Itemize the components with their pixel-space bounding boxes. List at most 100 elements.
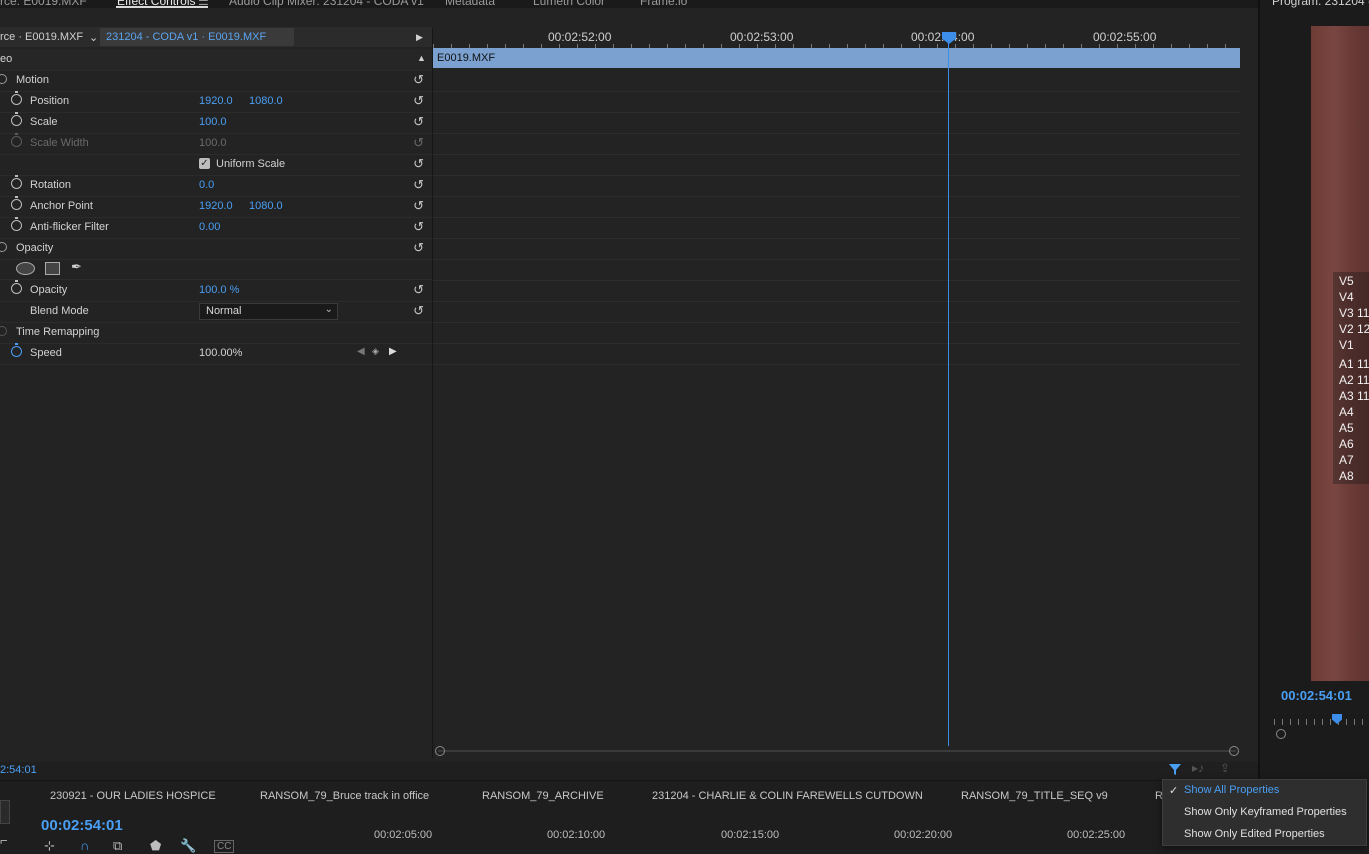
stopwatch-icon[interactable] — [11, 91, 22, 105]
playhead-line[interactable] — [948, 36, 949, 746]
scroll-handle-right[interactable] — [1229, 746, 1239, 756]
ruler-tick-label: 00:02:52:00 — [548, 30, 612, 44]
program-time-ruler[interactable] — [1274, 719, 1369, 725]
position-x-value[interactable]: 1920.0 — [199, 95, 233, 107]
effect-time-remapping[interactable]: Time Remapping — [0, 322, 432, 344]
effect-motion[interactable]: Motion ↺ — [0, 70, 432, 92]
sequence-tab[interactable]: RANSOM_79_ARCHIVE — [482, 790, 604, 802]
reset-icon[interactable]: ↺ — [413, 72, 424, 88]
fx-toggle-icon[interactable] — [0, 242, 7, 252]
property-label: Anti-flicker Filter — [30, 221, 109, 233]
effect-name: Time Remapping — [16, 326, 100, 338]
reset-icon[interactable]: ↺ — [413, 114, 424, 130]
fx-toggle-icon[interactable] — [0, 326, 7, 336]
chevron-down-icon[interactable]: ⌄ — [89, 31, 98, 44]
program-monitor-title[interactable]: Program: 231204 - — [1272, 0, 1369, 8]
anchor-x-value[interactable]: 1920.0 — [199, 200, 233, 212]
property-label: Speed — [30, 347, 62, 359]
sequence-tab[interactable]: RANSOM_79_TITLE_SEQ v9 — [961, 790, 1108, 802]
menu-item-show-edited[interactable]: Show Only Edited Properties — [1184, 828, 1325, 840]
play-audio-icon[interactable]: ▸♪ — [1192, 761, 1204, 775]
reset-icon[interactable]: ↺ — [413, 282, 424, 298]
stopwatch-icon[interactable] — [11, 343, 22, 357]
reset-icon[interactable]: ↺ — [413, 219, 424, 235]
tab-frameio[interactable]: Frame.io — [640, 0, 687, 8]
tab-lumetri-color[interactable]: Lumetri Color — [533, 0, 605, 8]
reset-icon[interactable]: ↺ — [413, 198, 424, 214]
position-y-value[interactable]: 1080.0 — [249, 95, 283, 107]
panel-edge-icon: ⌐ — [0, 833, 8, 848]
stopwatch-icon[interactable] — [11, 280, 22, 294]
sequence-tab[interactable]: 231204 - CHARLIE & COLIN FAREWELLS CUTDO… — [652, 790, 923, 802]
panel-footer — [0, 762, 1258, 780]
program-timecode[interactable]: 00:02:54:01 — [1281, 688, 1352, 703]
checkbox-label: Uniform Scale — [216, 158, 286, 170]
stopwatch-icon[interactable] — [11, 217, 22, 231]
snap-magnet-icon[interactable]: ∩ — [80, 838, 89, 853]
property-label: Rotation — [30, 179, 71, 191]
effect-opacity[interactable]: Opacity ↺ — [0, 238, 432, 260]
stopwatch-icon[interactable] — [11, 196, 22, 210]
sequence-ruler-label: 00:02:10:00 — [547, 829, 606, 841]
property-position: Position 1920.0 1080.0 ↺ — [0, 91, 432, 113]
scale-value[interactable]: 100.0 — [199, 116, 227, 128]
menu-item-show-all[interactable]: Show All Properties — [1184, 784, 1279, 796]
row-divider — [433, 259, 1241, 260]
property-uniform-scale: ✓ Uniform Scale ↺ — [0, 154, 432, 176]
captions-icon[interactable]: CC — [214, 840, 235, 853]
stopwatch-icon[interactable] — [11, 112, 22, 126]
menu-item-show-keyframed[interactable]: Show Only Keyframed Properties — [1184, 806, 1347, 818]
sequence-tab[interactable]: RANSOM_79_Bruce track in office — [260, 790, 429, 802]
sequence-tab[interactable]: 230921 - OUR LADIES HOSPICE — [50, 790, 216, 802]
property-anchor-point: Anchor Point 1920.0 1080.0 ↺ — [0, 196, 432, 218]
row-divider — [433, 280, 1241, 281]
pen-mask-icon[interactable]: ✒ — [71, 259, 82, 275]
scroll-handle-left[interactable] — [435, 746, 445, 756]
filter-icon[interactable] — [1168, 762, 1182, 776]
panel-edge — [0, 800, 10, 824]
timeline-zoom-scrollbar[interactable] — [438, 750, 1236, 752]
track-label: A8 — [1339, 469, 1354, 483]
tab-audio-clip-mixer[interactable]: Audio Clip Mixer: 231204 - CODA v1 — [229, 0, 424, 8]
master-clip-label[interactable]: rce · E0019.MXF — [0, 31, 83, 43]
add-keyframe-icon[interactable]: ◈ — [372, 346, 379, 357]
export-icon[interactable]: ⇪ — [1220, 761, 1230, 775]
program-scroll-handle[interactable] — [1276, 729, 1286, 739]
reset-icon[interactable]: ↺ — [413, 303, 424, 319]
track-label: A5 — [1339, 421, 1354, 435]
tab-metadata[interactable]: Metadata — [445, 0, 495, 8]
stopwatch-icon[interactable] — [11, 175, 22, 189]
clip-name: E0019.MXF — [437, 52, 496, 64]
antiflicker-value[interactable]: 0.00 — [199, 221, 220, 233]
property-label: Blend Mode — [30, 305, 89, 317]
rectangle-mask-icon[interactable] — [45, 262, 60, 275]
reset-icon[interactable]: ↺ — [413, 177, 424, 193]
sequence-clip-selector[interactable]: 231204 - CODA v1 · E0019.MXF — [100, 28, 295, 46]
previous-keyframe-icon[interactable]: ◀ — [357, 346, 365, 357]
rotation-value[interactable]: 0.0 — [199, 179, 214, 191]
tab-source[interactable]: rce: E0019.MXF — [0, 0, 87, 8]
fx-toggle-icon[interactable] — [0, 74, 7, 84]
keyframe-timeline[interactable] — [433, 28, 1241, 746]
play-triangle-icon[interactable]: ▶ — [416, 32, 423, 43]
opacity-value[interactable]: 100.0 % — [199, 284, 239, 296]
clip-bar[interactable]: E0019.MXF — [433, 48, 1240, 68]
next-keyframe-icon[interactable]: ▶ — [389, 346, 397, 357]
speed-value[interactable]: 100.00% — [199, 347, 242, 359]
blend-mode-dropdown[interactable]: Normal ⌄ — [199, 303, 338, 320]
row-divider — [433, 154, 1241, 155]
ellipse-mask-icon[interactable] — [16, 262, 35, 275]
collapse-up-icon[interactable]: ▲ — [417, 53, 426, 63]
sequence-timecode[interactable]: 00:02:54:01 — [41, 817, 123, 834]
sequence-ruler-label: 00:02:15:00 — [721, 829, 780, 841]
uniform-scale-checkbox[interactable]: ✓ — [199, 158, 210, 169]
row-divider — [433, 112, 1241, 113]
anchor-y-value[interactable]: 1080.0 — [249, 200, 283, 212]
reset-icon[interactable]: ↺ — [413, 156, 424, 172]
reset-icon: ↺ — [413, 135, 424, 150]
current-timecode[interactable]: 2:54:01 — [0, 764, 37, 776]
source-selector-bar: rce · E0019.MXF ⌄ 231204 - CODA v1 · E00… — [0, 27, 432, 47]
reset-icon[interactable]: ↺ — [413, 240, 424, 256]
property-scale: Scale 100.0 ↺ — [0, 112, 432, 134]
reset-icon[interactable]: ↺ — [413, 93, 424, 109]
